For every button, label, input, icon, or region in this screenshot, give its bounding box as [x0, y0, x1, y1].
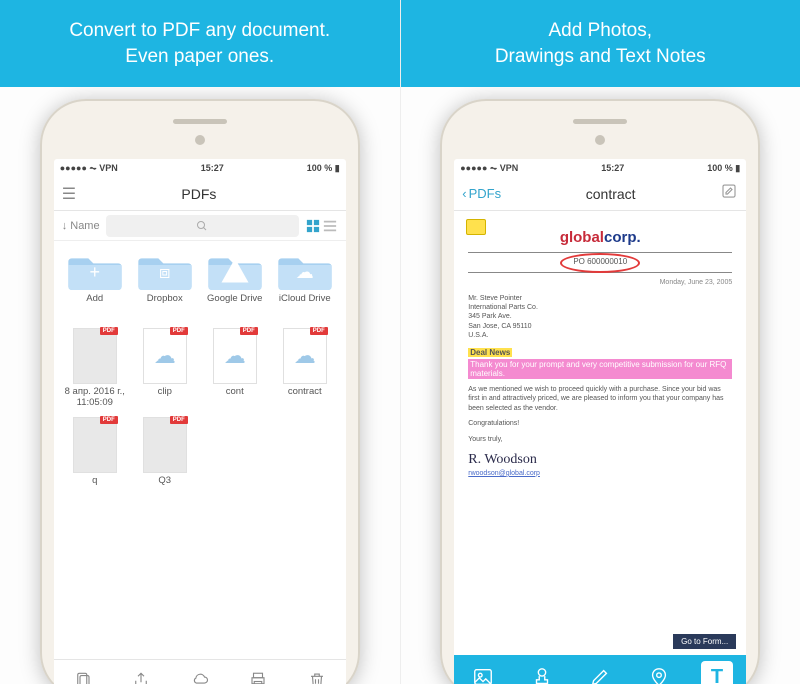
- edit-icon[interactable]: [720, 182, 738, 205]
- po-number: PO 600000010: [468, 257, 732, 266]
- phone-frame-right: ●●●●● ⏦ VPN 15:27 100 % ▮ ‹ PDFs contrac…: [440, 99, 760, 684]
- folder-item[interactable]: Google Drive: [202, 247, 268, 316]
- sort-button[interactable]: ↓ Name: [62, 220, 100, 232]
- share-icon[interactable]: [125, 664, 157, 684]
- file-item[interactable]: PDF 8 апр. 2016 г., 11:05:09: [62, 324, 128, 409]
- folder-item[interactable]: + Add: [62, 247, 128, 316]
- folder-item[interactable]: ⧈ Dropbox: [132, 247, 198, 316]
- banner-left: Convert to PDF any document. Even paper …: [0, 0, 400, 87]
- folder-icon[interactable]: +: [68, 250, 122, 290]
- cloud-icon[interactable]: [184, 664, 216, 684]
- search-icon: [196, 220, 208, 232]
- address-block: Mr. Steve PointerInternational Parts Co.…: [468, 294, 732, 339]
- draw-tool-icon[interactable]: [584, 661, 616, 684]
- banner-right: Add Photos, Drawings and Text Notes: [401, 0, 800, 87]
- grid-view-icon[interactable]: [305, 218, 321, 234]
- menu-icon[interactable]: ☰: [62, 184, 76, 204]
- body-text: As we mentioned we wish to proceed quick…: [468, 385, 732, 444]
- document-viewer[interactable]: globalcorp. PO 600000010 Monday, June 23…: [454, 211, 746, 655]
- back-button[interactable]: ‹ PDFs: [462, 186, 501, 201]
- pink-highlight: Thank you for your prompt and very compe…: [468, 359, 732, 379]
- file-item[interactable]: ☁PDF clip: [132, 324, 198, 409]
- list-view-icon[interactable]: [322, 218, 338, 234]
- copy-icon[interactable]: [67, 664, 99, 684]
- file-item[interactable]: PDF q: [62, 413, 128, 498]
- file-item[interactable]: ☁PDF cont: [202, 324, 268, 409]
- folder-item[interactable]: ☁ iCloud Drive: [272, 247, 338, 316]
- folder-icon[interactable]: ⧈: [138, 250, 192, 290]
- text-tool-button[interactable]: T: [701, 661, 733, 684]
- sticky-note-icon[interactable]: [466, 219, 486, 235]
- document-logo: globalcorp.: [468, 229, 732, 246]
- status-bar: ●●●●● ⏦ VPN 15:27 100 % ▮: [454, 159, 746, 177]
- status-bar: ●●●●● ⏦ VPN 15:27 100 % ▮: [54, 159, 346, 177]
- phone-frame-left: ●●●●● ⏦ VPN 15:27 100 % ▮ ☰ PDFs ↓ Name: [40, 99, 360, 684]
- folder-icon[interactable]: ☁: [278, 250, 332, 290]
- signature: R. Woodson: [468, 452, 732, 468]
- folder-icon[interactable]: [208, 250, 262, 290]
- page-title: PDFs: [82, 186, 316, 202]
- file-item[interactable]: PDF Q3: [132, 413, 198, 498]
- document-date: Monday, June 23, 2005: [468, 279, 732, 286]
- stamp-tool-icon[interactable]: [526, 661, 558, 684]
- photo-tool-icon[interactable]: [467, 661, 499, 684]
- page-title: contract: [507, 186, 714, 202]
- yellow-highlight: Deal News: [468, 348, 512, 357]
- print-icon[interactable]: [242, 664, 274, 684]
- red-circle-annotation: [560, 253, 640, 273]
- email-link: rwoodson@global.corp: [468, 470, 732, 477]
- search-input[interactable]: [106, 215, 299, 237]
- trash-icon[interactable]: [301, 664, 333, 684]
- go-to-form-button[interactable]: Go to Form...: [673, 634, 736, 649]
- shape-tool-icon[interactable]: [643, 661, 675, 684]
- file-item[interactable]: ☁PDF contract: [272, 324, 338, 409]
